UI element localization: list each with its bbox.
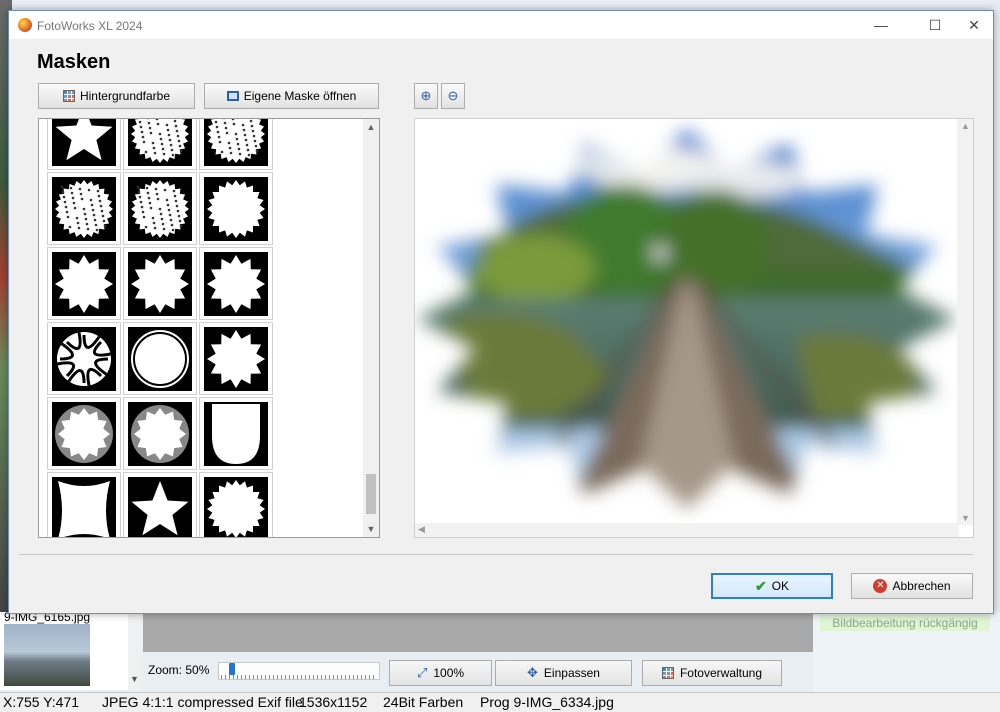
image-canvas-area (143, 612, 813, 652)
zoom-label: Zoom: 50% (148, 663, 210, 677)
mask-noise-burst-icon (204, 119, 268, 166)
masks-dialog: FotoWorks XL 2024 — ☐ ✕ Masken Hintergru… (8, 10, 994, 614)
close-button[interactable]: ✕ (954, 13, 994, 37)
mask-thumbnail[interactable] (47, 247, 121, 320)
status-filename: Prog 9-IMG_6334.jpg (480, 694, 614, 710)
zoom-slider[interactable] (218, 662, 380, 680)
background-color-label: Hintergrundfarbe (79, 89, 171, 103)
photo-manager-button[interactable]: Fotoverwaltung (642, 660, 782, 686)
undo-button[interactable]: Bildbearbeitung rückgängig (820, 615, 990, 631)
mask-thumbnail[interactable] (199, 119, 273, 170)
status-coords: X:755 Y:471 (3, 694, 80, 710)
mask-thumbnail[interactable] (47, 322, 121, 395)
cancel-button[interactable]: ✕ Abbrechen (851, 573, 973, 599)
mask-thumbnail[interactable] (199, 322, 273, 395)
photo-manager-label: Fotoverwaltung (679, 666, 763, 680)
preview-image (417, 129, 957, 509)
mask-sawtooth-circle-icon (204, 177, 268, 241)
open-mask-label: Eigene Maske öffnen (243, 89, 357, 103)
mask-noise-burst-icon (128, 177, 192, 241)
magnifier-minus-icon: ⊖ (447, 88, 459, 103)
mask-soft-star-icon (52, 402, 116, 466)
chevron-down-icon[interactable]: ▼ (363, 521, 379, 537)
mask-thumbnail[interactable] (123, 397, 197, 470)
grid-icon (661, 667, 674, 679)
maximize-button[interactable]: ☐ (915, 13, 955, 37)
scrollbar-thumb[interactable] (366, 474, 376, 514)
mask-star-12-icon (204, 252, 268, 316)
mask-thumbnail[interactable] (199, 172, 273, 245)
zoom-100-button[interactable]: ⤢ 100% (389, 660, 492, 686)
minimize-button[interactable]: — (861, 13, 901, 37)
mask-thumbnail[interactable] (123, 322, 197, 395)
ok-label: OK (771, 579, 790, 593)
mask-soft-star-icon (128, 402, 192, 466)
chevron-down-icon[interactable]: ▼ (130, 674, 139, 684)
fit-label: Einpassen (543, 666, 600, 680)
status-dimensions: 1536x1152 (299, 694, 368, 710)
mask-noise-burst-icon (52, 177, 116, 241)
mask-preview: ▲ ▼ ◀ (414, 118, 974, 538)
cancel-label: Abbrechen (892, 579, 951, 593)
zoom-in-button[interactable]: ⊕ (414, 83, 438, 109)
mask-thumbnail[interactable] (123, 247, 197, 320)
mask-window-icon (226, 91, 239, 101)
thumbnail-image[interactable] (4, 624, 90, 686)
mask-thumbnail[interactable] (47, 397, 121, 470)
title-bar[interactable]: FotoWorks XL 2024 — ☐ ✕ (9, 11, 993, 39)
mask-noise-burst-icon (128, 119, 192, 166)
mask-thumbnail[interactable] (199, 472, 273, 537)
zoom-100-label: 100% (433, 666, 465, 680)
ok-button[interactable]: ✔ OK (711, 573, 833, 599)
mask-sawtooth-circle-icon (204, 477, 268, 537)
fit-arrows-icon: ⤢ (416, 665, 428, 680)
divider (19, 554, 973, 555)
chevron-left-icon[interactable]: ◀ (418, 524, 425, 535)
magnifier-plus-icon: ⊕ (420, 88, 432, 103)
check-icon: ✔ (754, 577, 767, 594)
mask-star-12-icon (204, 327, 268, 391)
window-title: FotoWorks XL 2024 (37, 19, 143, 33)
mask-star-12-icon (128, 252, 192, 316)
chevron-down-icon[interactable]: ▼ (961, 513, 970, 523)
status-bar: X:755 Y:471 JPEG 4:1:1 compressed Exif f… (0, 692, 1000, 712)
mask-swirl-icon (52, 327, 116, 391)
zoom-slider-thumb[interactable] (228, 663, 235, 675)
mask-list[interactable]: ▲ ▼ (38, 118, 380, 538)
mask-star-icon (128, 477, 192, 537)
cancel-icon: ✕ (873, 579, 888, 593)
color-grid-icon (62, 90, 75, 102)
mask-thumbnail[interactable] (123, 172, 197, 245)
mask-thumbnail[interactable] (199, 247, 273, 320)
zoom-slider-ticks (221, 675, 377, 679)
background-color-button[interactable]: Hintergrundfarbe (38, 83, 195, 109)
mask-shield-icon (204, 402, 268, 466)
zoom-out-button[interactable]: ⊖ (441, 83, 465, 109)
mask-ring-circle-icon (128, 327, 192, 391)
mask-thumbnail[interactable] (47, 172, 121, 245)
mask-badge-icon (52, 477, 116, 537)
preview-horizontal-scrollbar[interactable]: ◀ (415, 523, 959, 537)
mask-thumbnail[interactable] (47, 472, 121, 537)
status-format: JPEG 4:1:1 compressed Exif file (102, 694, 303, 710)
mask-list-scrollbar[interactable]: ▲ ▼ (363, 119, 379, 537)
mask-star-12-icon (52, 252, 116, 316)
move-arrows-icon: ✥ (527, 665, 538, 680)
mask-star-icon (52, 119, 116, 166)
status-color-depth: 24Bit Farben (383, 694, 464, 710)
app-logo-icon (18, 18, 32, 32)
mask-thumbnail[interactable] (47, 119, 121, 170)
mask-thumbnail[interactable] (123, 472, 197, 537)
dialog-heading: Masken (37, 51, 111, 73)
mask-thumbnail[interactable] (123, 119, 197, 170)
fit-button[interactable]: ✥ Einpassen (495, 660, 632, 686)
chevron-up-icon[interactable]: ▲ (961, 121, 970, 131)
mask-thumbnail[interactable] (199, 397, 273, 470)
open-mask-button[interactable]: Eigene Maske öffnen (204, 83, 379, 109)
chevron-up-icon[interactable]: ▲ (363, 119, 379, 135)
preview-vertical-scrollbar[interactable]: ▲ ▼ (957, 119, 973, 525)
